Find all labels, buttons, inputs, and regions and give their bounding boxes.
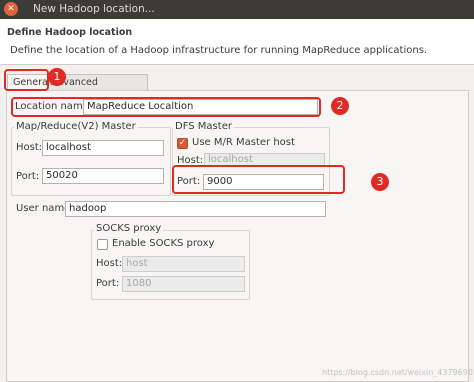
use-mr-master-label: Use M/R Master host: [192, 137, 295, 148]
socks-host-input[interactable]: host: [122, 256, 245, 272]
enable-socks-checkbox[interactable]: [97, 239, 108, 250]
annotation-marker-2: 2: [331, 97, 349, 115]
annotation-marker-1: 1: [48, 68, 66, 86]
wizard-header: Define Hadoop location Define the locati…: [0, 19, 474, 65]
enable-socks-label: Enable SOCKS proxy: [112, 238, 215, 249]
mr-port-input[interactable]: 50020: [42, 168, 164, 184]
dfs-master-title: DFS Master: [173, 121, 234, 132]
socks-port-input[interactable]: 1080: [122, 276, 245, 292]
mr-host-label: Host:: [16, 142, 43, 153]
mr-host-input[interactable]: localhost: [42, 140, 164, 156]
annotation-marker-3: 3: [371, 173, 389, 191]
mapreduce-master-title: Map/Reduce(V2) Master: [14, 121, 138, 132]
page-description: Define the location of a Hadoop infrastr…: [10, 45, 428, 56]
window-title: New Hadoop location...: [33, 3, 155, 15]
close-icon[interactable]: ✕: [4, 2, 18, 16]
user-name-input[interactable]: hadoop: [65, 201, 326, 217]
annotation-box-location-name: [11, 97, 321, 117]
use-mr-master-checkbox[interactable]: ✓: [177, 138, 188, 149]
page-title: Define Hadoop location: [7, 27, 133, 38]
socks-port-label: Port:: [96, 278, 120, 289]
tab-bar: General Advanced parameters: [0, 65, 474, 103]
mapreduce-master-group: [11, 127, 171, 196]
annotation-box-dfs-port: [172, 165, 345, 194]
window-titlebar: ✕ New Hadoop location...: [0, 0, 474, 19]
mr-port-label: Port:: [16, 171, 40, 182]
socks-host-label: Host:: [96, 258, 123, 269]
socks-proxy-title: SOCKS proxy: [94, 223, 164, 234]
watermark-text: https://blog.csdn.net/weixin_43796901: [322, 368, 474, 377]
annotation-box-general-tab: [4, 69, 49, 91]
